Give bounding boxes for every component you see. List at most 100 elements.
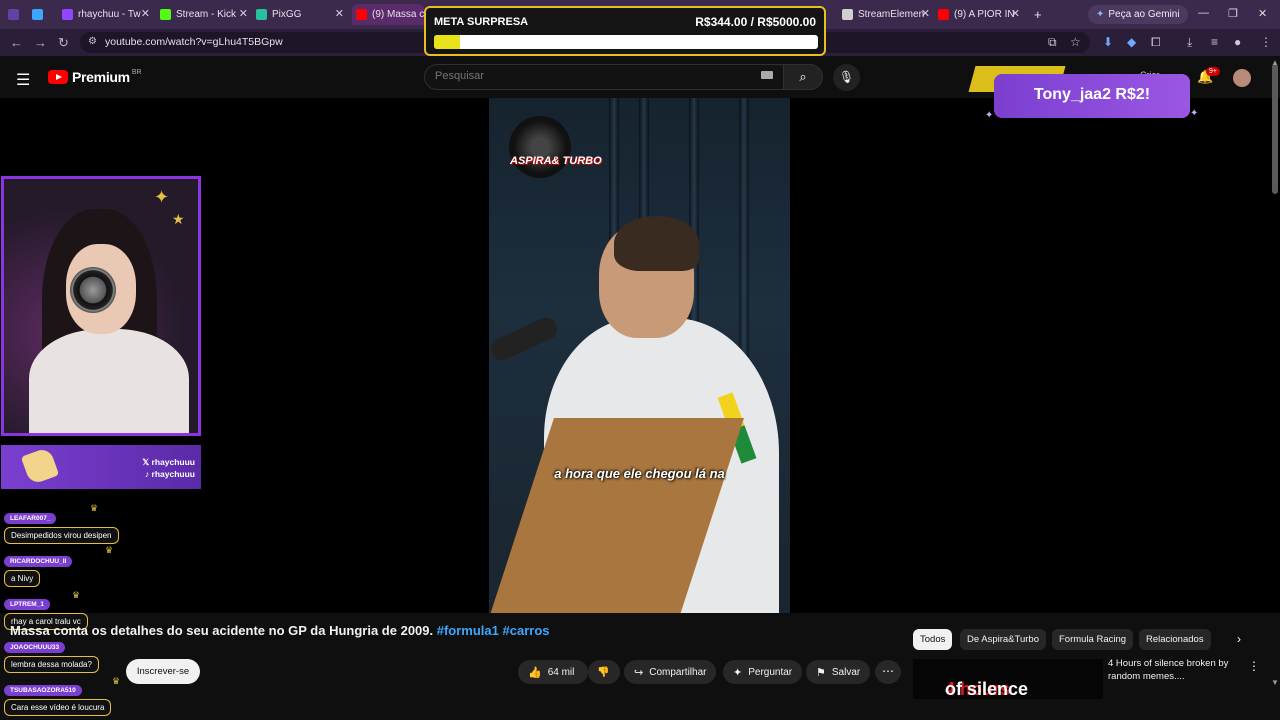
- back-icon[interactable]: ←: [10, 35, 23, 50]
- minimize-icon[interactable]: —: [1198, 7, 1209, 19]
- extension-icon[interactable]: ◆: [1127, 35, 1136, 49]
- tiktok-handle: ♪ rhaychuuu: [144, 469, 195, 479]
- crown-icon: ♛: [112, 676, 121, 686]
- close-icon[interactable]: ✕: [921, 7, 930, 20]
- chat-text: a Nivy: [4, 570, 41, 587]
- tab-favicon: [842, 9, 853, 20]
- tab-3[interactable]: Stream - Kick ✕: [160, 4, 250, 25]
- x-handle: 𝕏 rhaychuuu: [142, 457, 195, 467]
- recommended-video-thumbnail[interactable]: 4 hours of silence: [913, 659, 1103, 699]
- tab-favicon: [8, 9, 19, 20]
- like-button[interactable]: 👍 64 mil: [518, 660, 588, 684]
- more-actions-button[interactable]: ⋯: [875, 660, 901, 684]
- tab-title: Stream - Kick: [176, 9, 237, 20]
- chevron-right-icon[interactable]: ›: [1237, 632, 1241, 646]
- person-hair: [614, 216, 699, 271]
- url-text[interactable]: youtube.com/watch?v=gLhu4T5BGpw: [105, 36, 283, 48]
- downloads-icon[interactable]: ⤓: [1187, 35, 1192, 50]
- subscribe-button[interactable]: Inscrever-se: [126, 659, 200, 684]
- chip-related[interactable]: Relacionados: [1139, 629, 1211, 650]
- extensions-puzzle-icon[interactable]: ⧠: [1151, 35, 1161, 50]
- scrollbar-thumb[interactable]: [1272, 64, 1278, 194]
- keyboard-icon[interactable]: [761, 71, 773, 79]
- chat-message: RICARDOCHUU_II a Nivy: [4, 550, 73, 587]
- thumbnail-white-text: of silence: [945, 679, 1029, 699]
- tab-2[interactable]: rhaychuu - Tw ✕: [62, 4, 152, 25]
- forward-icon[interactable]: →: [34, 35, 47, 50]
- tab-title: (9) Massa con: [372, 9, 424, 20]
- save-label: Salvar: [831, 666, 861, 678]
- star-icon: ★: [172, 211, 185, 227]
- chip-all[interactable]: Todos: [913, 629, 953, 650]
- chip-channel[interactable]: De Aspira&Turbo: [960, 629, 1046, 650]
- like-count: 64 mil: [547, 666, 575, 678]
- tab-7[interactable]: (9) A PIOR IN ✕: [938, 4, 1022, 25]
- chip-formula-racing[interactable]: Formula Racing: [1052, 629, 1134, 650]
- share-icon: ↪: [634, 666, 644, 679]
- sparkle-icon: ✦: [985, 110, 994, 121]
- country-code: BR: [131, 68, 142, 76]
- dislike-button[interactable]: 👎: [588, 660, 620, 684]
- new-tab-button[interactable]: +: [1034, 4, 1048, 25]
- scroll-up-arrow-icon[interactable]: ▲: [1271, 58, 1279, 67]
- youtube-logo[interactable]: Premium BR: [48, 69, 142, 85]
- donation-text: Tony_jaa2 R$2!: [1033, 86, 1151, 103]
- media-controls-icon[interactable]: ≡: [1211, 35, 1218, 49]
- menu-icon[interactable]: ☰: [16, 70, 30, 90]
- tab-5-active[interactable]: (9) Massa con: [352, 4, 424, 25]
- close-icon[interactable]: ✕: [141, 7, 150, 20]
- search-box[interactable]: [424, 64, 784, 90]
- crown-icon: ♛: [105, 545, 114, 555]
- chat-username: LPTREM_1: [4, 599, 50, 610]
- profile-avatar-icon[interactable]: ●: [1234, 35, 1241, 49]
- donation-goal-widget: META SURPRESA R$344.00 / R$5000.00: [424, 6, 826, 56]
- close-icon[interactable]: ✕: [239, 7, 248, 20]
- reload-icon[interactable]: ↻: [58, 35, 69, 51]
- sparkle-icon: ✦: [1190, 108, 1199, 119]
- chat-username: TSUBASAOZORA510: [4, 685, 82, 696]
- goal-progress-bar: [434, 35, 818, 49]
- tab-4[interactable]: PixGG ✕: [256, 4, 346, 25]
- restore-icon[interactable]: ❐: [1228, 7, 1238, 20]
- chat-message: JOAOCHUUU33 lembra dessa molada?: [4, 636, 99, 673]
- tab-6[interactable]: StreamElemen ✕: [842, 4, 932, 25]
- share-button[interactable]: ↪ Compartilhar: [624, 660, 717, 684]
- sparkle-icon: ✦: [733, 666, 743, 679]
- tab-0[interactable]: [8, 4, 26, 25]
- save-button[interactable]: ⚑ Salvar: [806, 660, 871, 684]
- close-icon[interactable]: ✕: [1011, 7, 1020, 20]
- chat-username: LEAFAR007_: [4, 513, 57, 524]
- account-avatar[interactable]: [1233, 69, 1251, 87]
- search-input[interactable]: [435, 70, 755, 82]
- bookmark-star-icon[interactable]: ☆: [1070, 35, 1081, 49]
- extension-download-icon[interactable]: ⬇: [1103, 35, 1113, 49]
- chat-username: JOAOCHUUU33: [4, 642, 66, 653]
- channel-mascot-logo: [20, 446, 60, 486]
- install-icon[interactable]: ⧉: [1048, 35, 1057, 50]
- chat-username: RICARDOCHUU_II: [4, 556, 73, 567]
- hashtag-link[interactable]: #carros: [503, 623, 550, 638]
- close-window-icon[interactable]: ✕: [1258, 7, 1267, 20]
- browser-menu-icon[interactable]: ⋮: [1260, 35, 1272, 49]
- tab-favicon: [32, 9, 43, 20]
- search-button[interactable]: ⌕: [783, 64, 823, 90]
- tab-title: (9) A PIOR IN: [954, 9, 1015, 20]
- youtube-favicon-icon: [356, 9, 367, 20]
- tab-1[interactable]: [32, 4, 54, 25]
- goal-title: META SURPRESA: [434, 16, 529, 28]
- hashtag-link[interactable]: #formula1: [437, 623, 499, 638]
- scroll-down-arrow-icon[interactable]: ▼: [1271, 678, 1279, 687]
- screen: rhaychuu - Tw ✕ Stream - Kick ✕ PixGG ✕ …: [0, 0, 1280, 720]
- more-vertical-icon[interactable]: ⋮: [1248, 659, 1260, 673]
- close-icon[interactable]: ✕: [335, 7, 344, 20]
- chat-text: lembra dessa molada?: [4, 656, 99, 673]
- microphone-arm: [489, 314, 561, 364]
- gemini-button[interactable]: ✦ Peça ao Gemini: [1088, 5, 1188, 24]
- chat-message: TSUBASAOZORA510 Cara esse vídeo é loucur…: [4, 679, 112, 716]
- ask-button[interactable]: ✦ Perguntar: [723, 660, 803, 684]
- site-info-icon[interactable]: ⚙: [88, 36, 97, 47]
- voice-search-button[interactable]: 🎙: [833, 64, 860, 91]
- goal-value: R$344.00 / R$5000.00: [695, 15, 816, 29]
- video-frame[interactable]: ASPIRA& TURBO a hora que ele chegou lá n…: [489, 98, 790, 613]
- recommended-video-title[interactable]: 4 Hours of silence broken by random meme…: [1108, 657, 1238, 683]
